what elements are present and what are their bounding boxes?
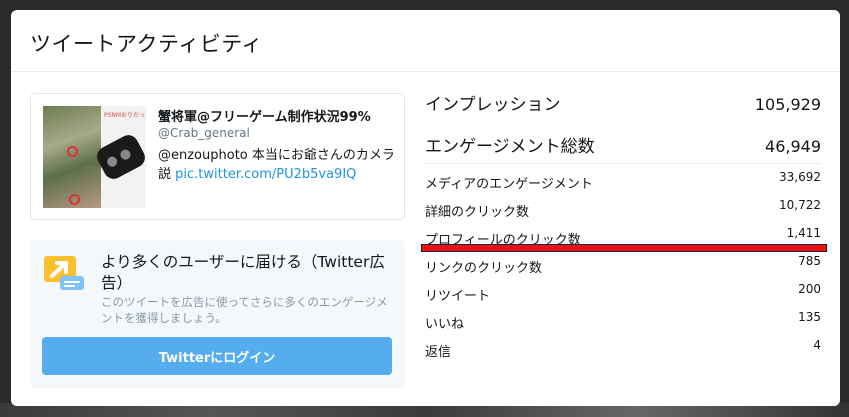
tweet-activity-modal: ツイートアクティビティ PSNMおりだっ 蟹将軍@フリーゲーム制作状況99% @… bbox=[11, 10, 840, 406]
annotation-circle bbox=[69, 194, 80, 205]
metric-value: 4 bbox=[813, 338, 821, 352]
metric-value: 135 bbox=[798, 310, 821, 324]
metric-link-clicks: リンクのクリック数 785 bbox=[425, 254, 821, 276]
metric-detail-expands: 詳細のクリック数 10,722 bbox=[425, 198, 821, 220]
metric-value: 785 bbox=[798, 254, 821, 268]
tweet-author-handle: @Crab_general bbox=[158, 126, 250, 140]
metric-value: 33,692 bbox=[779, 170, 821, 184]
promote-arrow-icon bbox=[44, 256, 84, 290]
metric-label: 詳細のクリック数 bbox=[425, 205, 530, 220]
modal-title: ツイートアクティビティ bbox=[30, 32, 263, 56]
metric-media-engagements: メディアのエンゲージメント 33,692 bbox=[425, 170, 821, 192]
metric-retweets: リツイート 200 bbox=[425, 282, 821, 304]
tweet-media-thumbnail[interactable]: PSNMおりだっ bbox=[43, 106, 146, 208]
media-watermark: PSNMおりだっ bbox=[104, 112, 146, 119]
metric-label: インプレッション bbox=[425, 95, 561, 115]
annotation-circle bbox=[67, 146, 78, 157]
promote-description: このツイートを広告に使ってさらに多くのエンゲージメントを獲得しましょう。 bbox=[101, 295, 388, 325]
tweet-text: @enzouphoto 本当にお爺さんのカメラ説 pic.twitter.com… bbox=[158, 146, 398, 184]
metric-label: エンゲージメント総数 bbox=[425, 137, 595, 157]
metric-total-engagements: エンゲージメント総数 46,949 bbox=[425, 132, 821, 157]
metric-value: 46,949 bbox=[765, 137, 821, 156]
metric-impressions: インプレッション 105,929 bbox=[425, 90, 821, 115]
tweet-card[interactable]: PSNMおりだっ 蟹将軍@フリーゲーム制作状況99% @Crab_general… bbox=[30, 93, 405, 220]
metric-value: 200 bbox=[798, 282, 821, 296]
metrics-divider bbox=[425, 163, 821, 164]
tweet-media-link[interactable]: pic.twitter.com/PU2b5va9IQ bbox=[175, 167, 356, 182]
metric-label: いいね bbox=[425, 317, 465, 332]
metric-label: 返信 bbox=[425, 345, 452, 360]
metric-replies: 返信 4 bbox=[425, 338, 821, 360]
tweet-author-name: 蟹将軍@フリーゲーム制作状況99% bbox=[158, 110, 371, 125]
metric-likes: いいね 135 bbox=[425, 310, 821, 332]
metric-label: メディアのエンゲージメント bbox=[425, 177, 593, 192]
promote-tweet-panel: より多くのユーザーに届ける（Twitter広告） このツイートを広告に使ってさら… bbox=[30, 240, 405, 388]
modal-header: ツイートアクティビティ bbox=[11, 10, 840, 72]
metric-value: 105,929 bbox=[754, 95, 821, 114]
metric-label: リンクのクリック数 bbox=[425, 261, 543, 276]
twitter-login-button[interactable]: Twitterにログイン bbox=[42, 337, 392, 375]
promote-title: より多くのユーザーに届ける（Twitter広告） bbox=[101, 253, 385, 292]
highlight-underline bbox=[421, 244, 827, 252]
metric-label: リツイート bbox=[425, 289, 491, 304]
metric-value: 10,722 bbox=[779, 198, 821, 212]
